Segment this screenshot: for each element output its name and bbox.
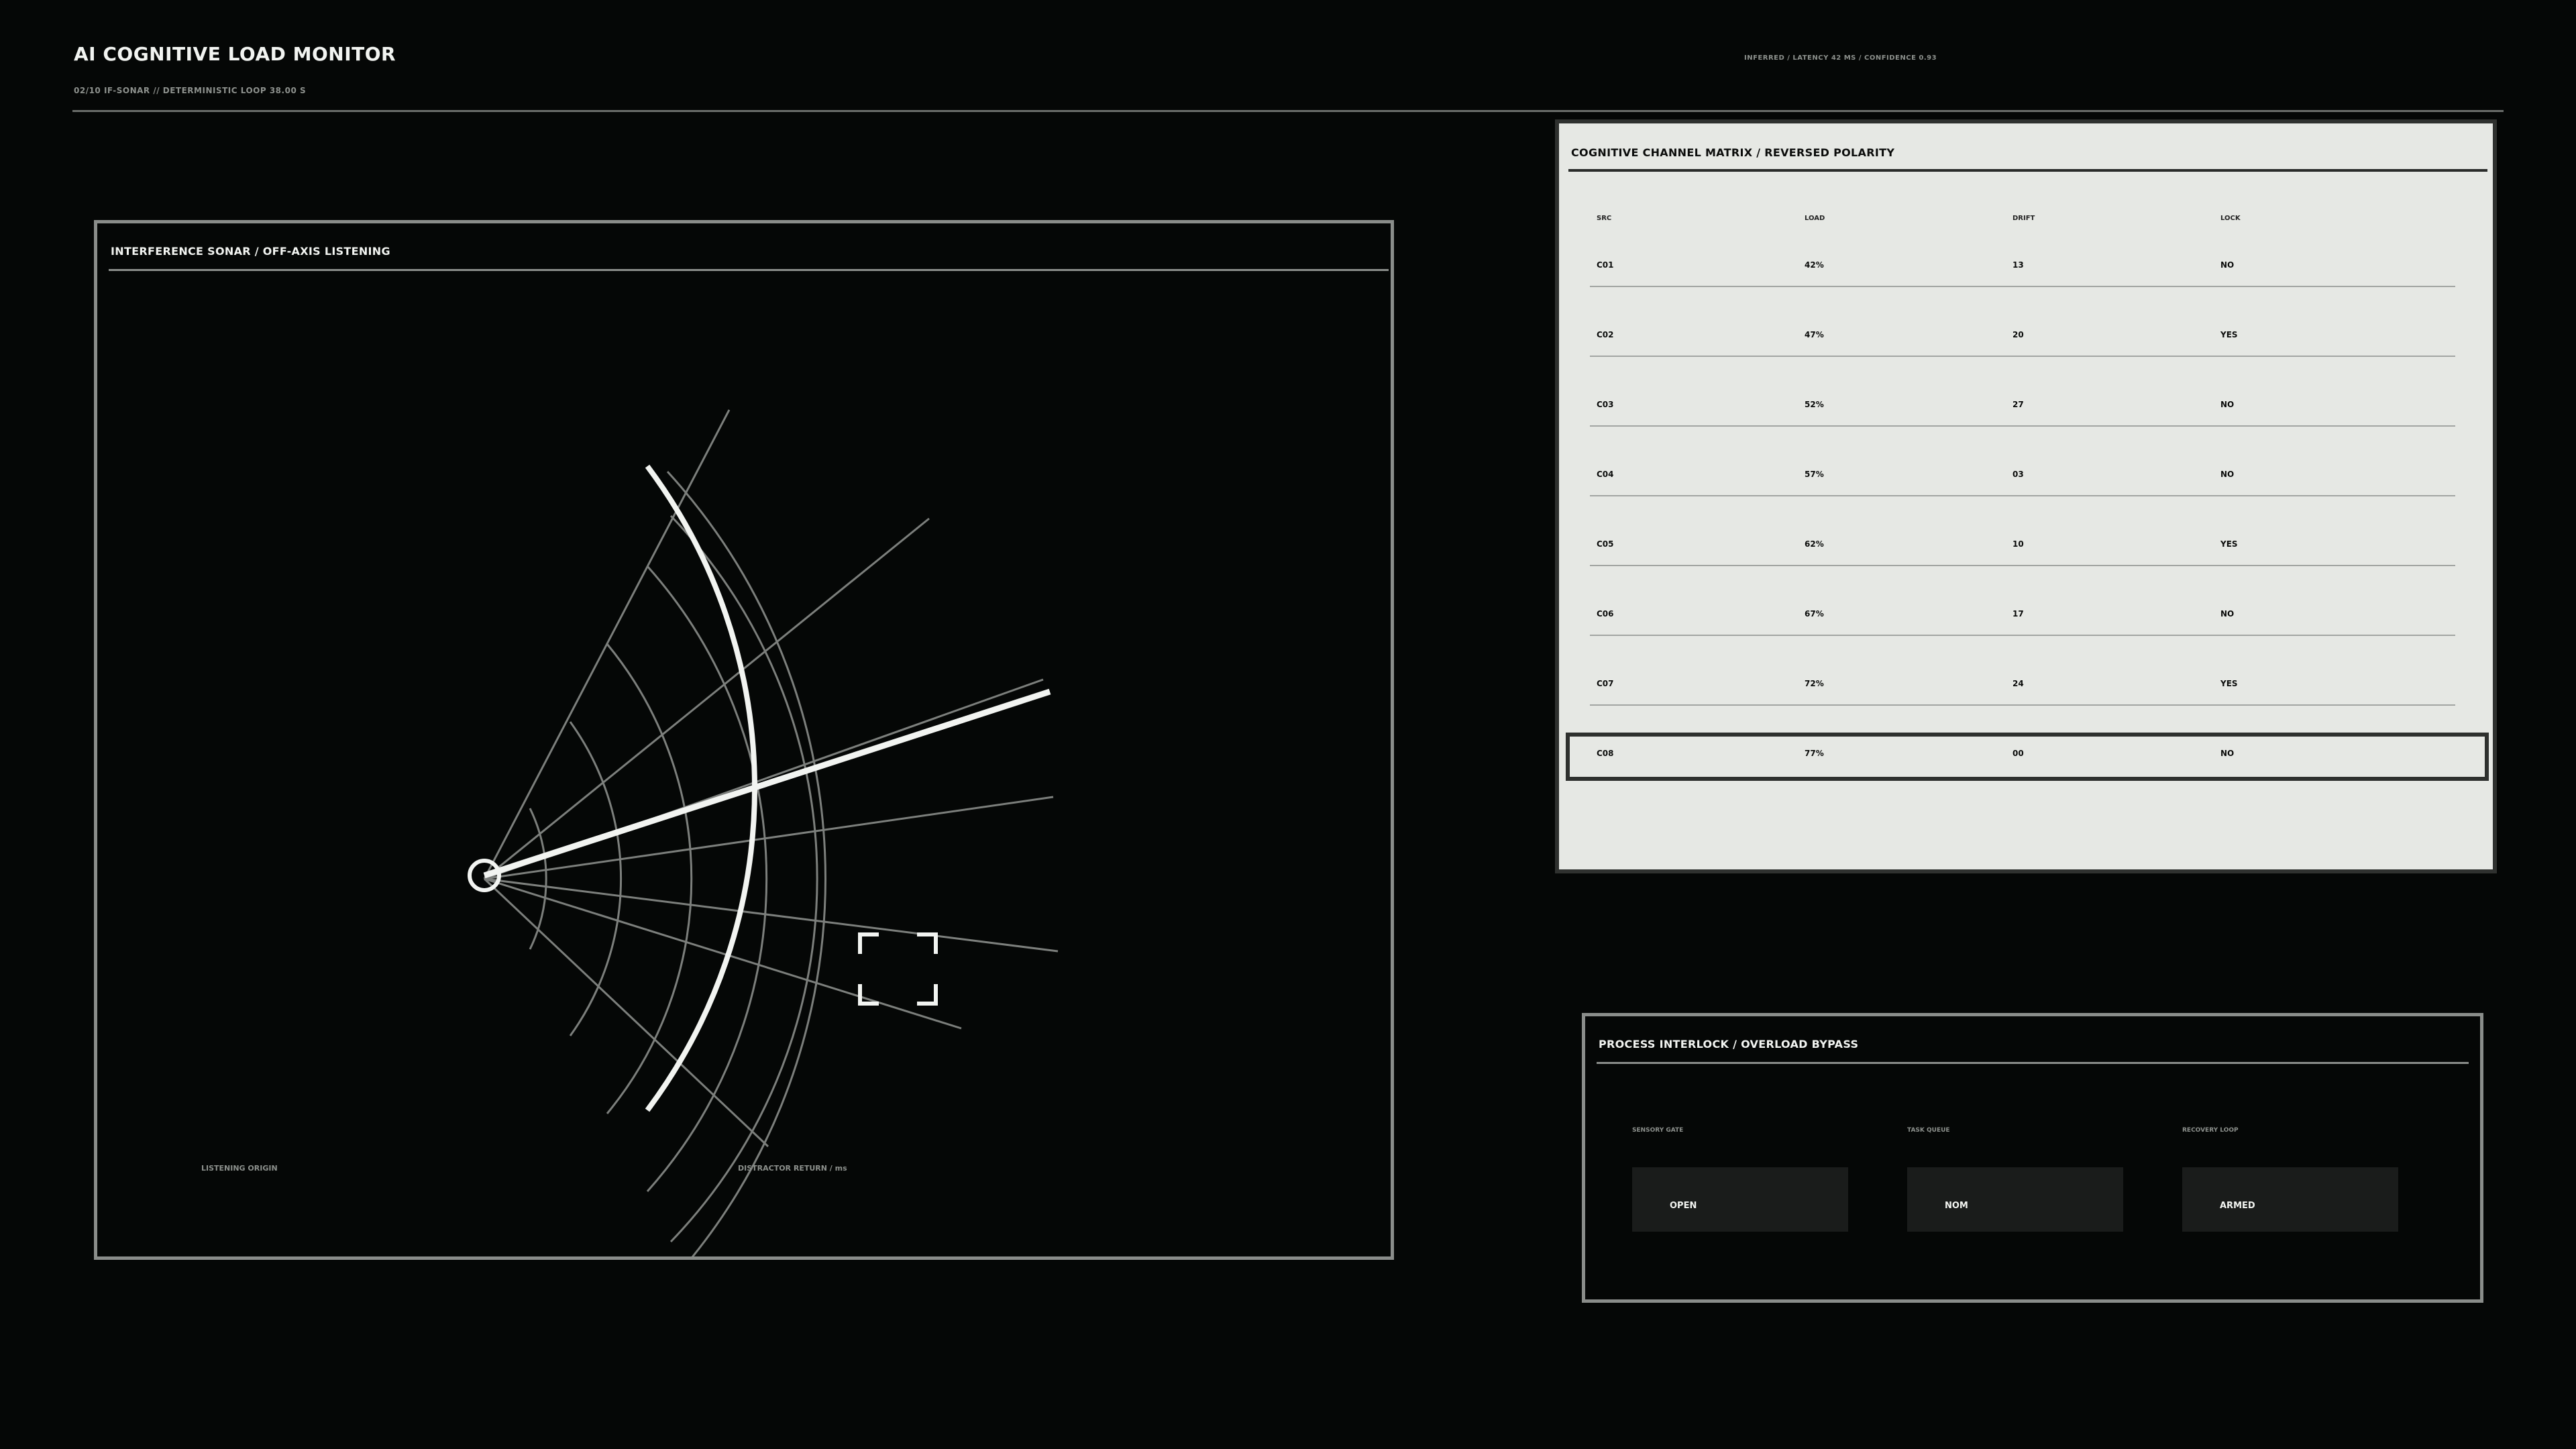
cell-load: 57%: [1805, 470, 1824, 479]
cell-load: 62%: [1805, 539, 1824, 549]
app-title: AI COGNITIVE LOAD MONITOR: [74, 43, 396, 65]
cell-lock: NO: [2220, 470, 2235, 479]
cell-src: C06: [1597, 609, 1614, 619]
column-header-load: LOAD: [1805, 215, 1825, 222]
row-divider: [1590, 704, 2455, 706]
cell-src: C03: [1597, 400, 1614, 409]
cell-load: 67%: [1805, 609, 1824, 619]
cell-drift: 00: [2012, 749, 2024, 758]
table-row[interactable]: C04 57% 03 NO: [1590, 456, 2455, 526]
cell-src: C02: [1597, 330, 1614, 339]
sonar-plot[interactable]: [97, 223, 1391, 1256]
recovery-loop-control[interactable]: ARMED: [2182, 1167, 2398, 1232]
cell-lock: YES: [2220, 679, 2238, 688]
recovery-loop-value: ARMED: [2220, 1201, 2255, 1211]
cell-drift: 13: [2012, 260, 2024, 270]
row-divider: [1590, 565, 2455, 566]
distractor-return-label: DISTRACTOR RETURN / ms: [738, 1164, 847, 1173]
cell-drift: 20: [2012, 330, 2024, 339]
sonar-grid: [483, 409, 1059, 1256]
interlock-panel: PROCESS INTERLOCK / OVERLOAD BYPASS SENS…: [1582, 1013, 2483, 1303]
table-row[interactable]: C01 42% 13 NO: [1590, 247, 2455, 317]
table-row[interactable]: C02 47% 20 YES: [1590, 317, 2455, 386]
row-divider: [1590, 495, 2455, 496]
cell-lock: NO: [2220, 749, 2235, 758]
cell-src: C07: [1597, 679, 1614, 688]
cell-drift: 24: [2012, 679, 2024, 688]
sonar-ring-3: [606, 643, 693, 1114]
column-header-drift: DRIFT: [2012, 215, 2035, 222]
sonar-beam: [483, 688, 1051, 879]
table-row[interactable]: C07 72% 24 YES: [1590, 665, 2455, 735]
channel-matrix-panel: COGNITIVE CHANNEL MATRIX / REVERSED POLA…: [1555, 119, 2497, 873]
table-row-selected[interactable]: C08 77% 00 NO: [1590, 735, 2455, 805]
task-queue-value: NOM: [1945, 1201, 1968, 1211]
status-readout: INFERRED / LATENCY 42 MS / CONFIDENCE 0.…: [1744, 54, 1937, 62]
cell-lock: NO: [2220, 260, 2235, 270]
sonar-spoke-5: [484, 877, 1059, 953]
recovery-loop-label: RECOVERY LOOP: [2182, 1127, 2239, 1134]
task-queue-control[interactable]: NOM: [1907, 1167, 2123, 1232]
cell-load: 42%: [1805, 260, 1824, 270]
header-divider: [72, 110, 2504, 112]
channel-matrix-divider: [1568, 169, 2487, 172]
interlock-panel-divider: [1597, 1062, 2469, 1064]
cell-drift: 10: [2012, 539, 2024, 549]
table-row[interactable]: C06 67% 17 NO: [1590, 596, 2455, 665]
interlock-panel-title: PROCESS INTERLOCK / OVERLOAD BYPASS: [1599, 1038, 1859, 1051]
cell-drift: 03: [2012, 470, 2024, 479]
sonar-ring-2: [569, 721, 623, 1036]
cell-drift: 17: [2012, 609, 2024, 619]
row-divider: [1590, 425, 2455, 427]
sonar-panel: INTERFERENCE SONAR / OFF-AXIS LISTENING: [94, 220, 1394, 1260]
sensory-gate-control[interactable]: OPEN: [1632, 1167, 1848, 1232]
cell-src: C04: [1597, 470, 1614, 479]
cell-lock: YES: [2220, 539, 2238, 549]
cell-lock: NO: [2220, 400, 2235, 409]
cell-load: 77%: [1805, 749, 1824, 758]
cell-lock: NO: [2220, 609, 2235, 619]
sensory-gate-label: SENSORY GATE: [1632, 1127, 1684, 1134]
task-queue-label: TASK QUEUE: [1907, 1127, 1950, 1134]
row-divider: [1590, 635, 2455, 636]
table-row[interactable]: C05 62% 10 YES: [1590, 526, 2455, 596]
sensory-gate-value: OPEN: [1670, 1201, 1697, 1211]
cell-src: C01: [1597, 260, 1614, 270]
listening-origin-label: LISTENING ORIGIN: [201, 1164, 278, 1173]
cell-drift: 27: [2012, 400, 2024, 409]
channel-matrix-title: COGNITIVE CHANNEL MATRIX / REVERSED POLA…: [1571, 146, 1895, 159]
app-subtitle: 02/10 IF-SONAR // DETERMINISTIC LOOP 38.…: [74, 86, 307, 95]
row-divider: [1590, 356, 2455, 357]
column-header-lock: LOCK: [2220, 215, 2241, 222]
sonar-spoke-7: [483, 877, 769, 1148]
cell-src: C05: [1597, 539, 1614, 549]
table-row[interactable]: C03 52% 27 NO: [1590, 386, 2455, 456]
row-divider: [1590, 286, 2455, 287]
cell-load: 72%: [1805, 679, 1824, 688]
cell-load: 52%: [1805, 400, 1824, 409]
column-header-src: SRC: [1597, 215, 1612, 222]
cell-load: 47%: [1805, 330, 1824, 339]
sonar-spoke-6: [484, 877, 962, 1030]
cell-lock: YES: [2220, 330, 2238, 339]
cell-src: C08: [1597, 749, 1614, 758]
target-brackets-icon[interactable]: [858, 932, 938, 1006]
